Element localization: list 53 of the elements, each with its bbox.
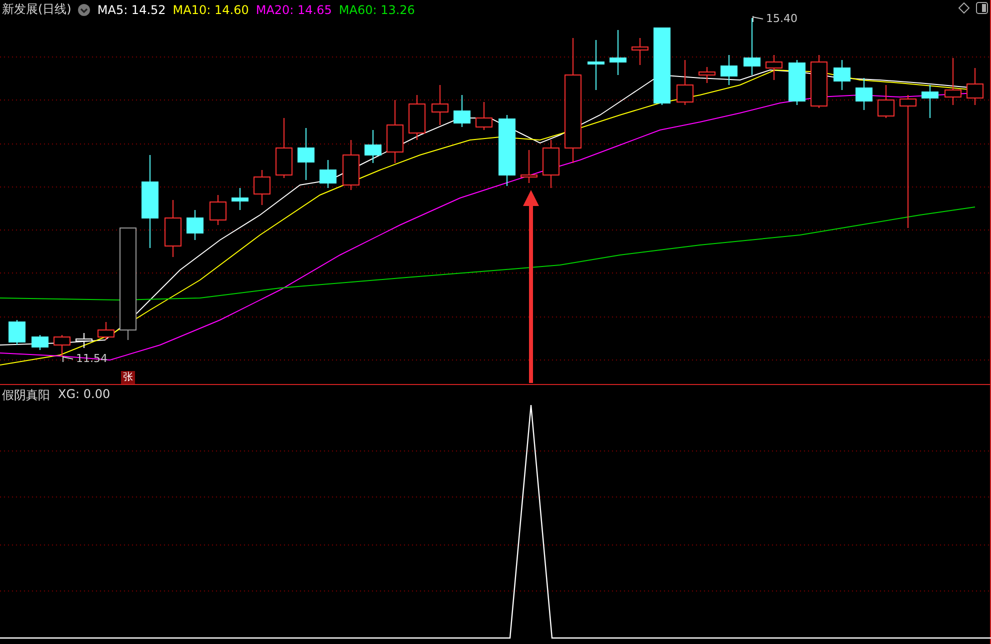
candlestick <box>720 54 738 86</box>
candlestick <box>8 320 26 346</box>
candlestick <box>766 54 782 80</box>
candlestick <box>810 54 828 108</box>
candlestick <box>698 66 716 84</box>
candlestick <box>476 102 492 130</box>
indicator-title: 假阴真阳 <box>2 387 50 404</box>
candlestick <box>210 194 226 226</box>
candlestick <box>320 160 336 188</box>
price-label: 15.40 <box>766 12 798 25</box>
candlestick <box>386 100 404 164</box>
candlestick <box>276 118 292 178</box>
candlestick <box>922 84 938 118</box>
candlestick <box>432 84 448 126</box>
candlestick <box>32 334 48 350</box>
moving-average-value: MA60: 13.26 <box>338 2 415 16</box>
moving-average-value: MA20: 14.65 <box>256 2 332 16</box>
candlestick <box>588 40 604 90</box>
candlestick <box>966 68 984 106</box>
limit-up-badge: 张 <box>121 371 135 384</box>
chevron-down-icon[interactable] <box>78 4 90 16</box>
moving-average-value: MA5: 14.52 <box>97 2 166 16</box>
chart-title: 新发展(日线) <box>2 1 72 18</box>
candlestick <box>834 60 850 90</box>
candlestick <box>632 38 648 66</box>
candlestick <box>342 140 360 190</box>
candlestick <box>232 188 248 210</box>
panel-toggle-icon[interactable] <box>976 2 988 14</box>
candlestick <box>164 200 182 258</box>
leader-line <box>62 354 74 362</box>
indicator-value: XG: 0.00 <box>58 387 110 403</box>
candlestick <box>676 60 694 106</box>
diamond-icon[interactable] <box>958 2 970 14</box>
candlestick <box>98 322 114 340</box>
candlestick <box>744 18 760 76</box>
candlestick <box>856 78 872 110</box>
candlestick <box>788 60 806 106</box>
candlestick <box>54 334 70 358</box>
candlestick <box>454 94 470 128</box>
candlestick <box>944 58 962 106</box>
candlestick <box>408 94 426 140</box>
leader-line <box>752 14 764 22</box>
candlestick <box>364 130 382 164</box>
candlestick <box>520 150 538 184</box>
candlestick <box>878 84 894 118</box>
candlestick <box>186 210 204 240</box>
candlestick <box>498 114 516 186</box>
candlestick <box>298 128 314 180</box>
candlestick <box>254 170 270 206</box>
candlestick <box>542 140 560 188</box>
moving-average-value: MA10: 14.60 <box>172 2 249 16</box>
candlestick <box>610 30 626 76</box>
candlestick <box>76 332 92 348</box>
